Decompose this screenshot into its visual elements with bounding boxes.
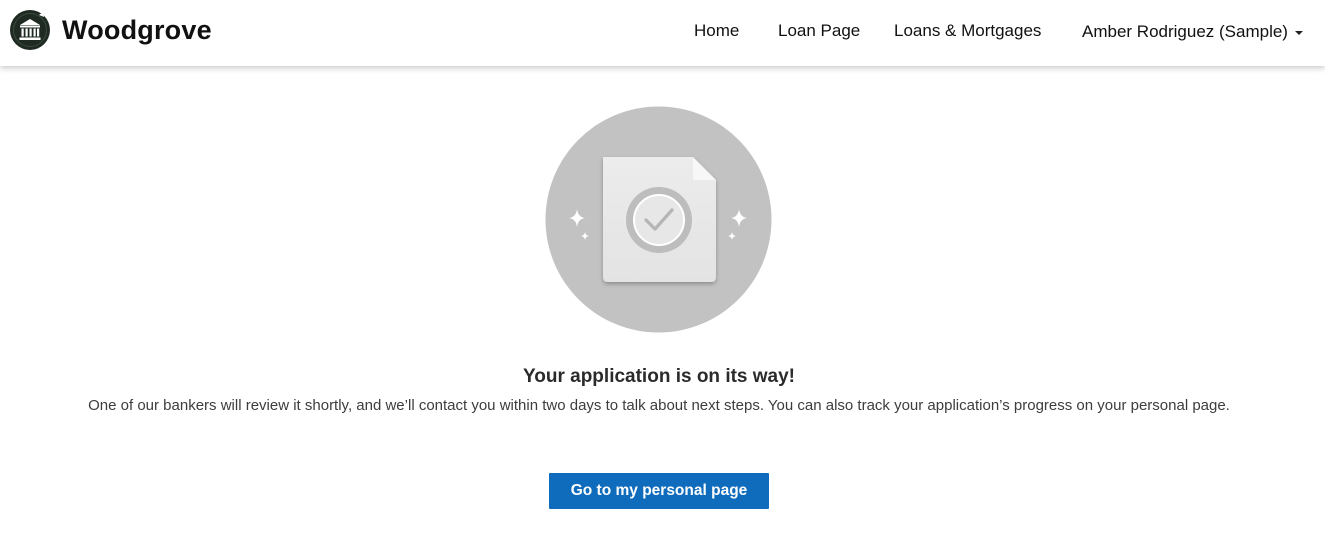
go-to-personal-page-button[interactable]: Go to my personal page <box>549 473 769 509</box>
user-menu-dropdown[interactable]: Amber Rodriguez (Sample) <box>1082 21 1303 43</box>
bank-building-icon <box>10 10 50 50</box>
brand-link[interactable]: Woodgrove <box>9 9 212 51</box>
confirmation-message: One of our bankers will review it shortl… <box>88 397 1230 414</box>
top-header: Woodgrove Home Loan Page Loans & Mortgag… <box>0 0 1325 66</box>
nav-loans-mortgages-link[interactable]: Loans & Mortgages <box>894 21 1041 43</box>
document-check-icon <box>545 106 772 333</box>
page-title: Your application is on its way! <box>522 366 796 387</box>
nav-loan-page-link[interactable]: Loan Page <box>778 21 860 43</box>
user-menu-label: Amber Rodriguez (Sample) <box>1082 22 1288 41</box>
brand-name: Woodgrove <box>62 14 212 45</box>
chevron-down-icon <box>1294 31 1303 35</box>
nav-home-link[interactable]: Home <box>694 21 739 43</box>
